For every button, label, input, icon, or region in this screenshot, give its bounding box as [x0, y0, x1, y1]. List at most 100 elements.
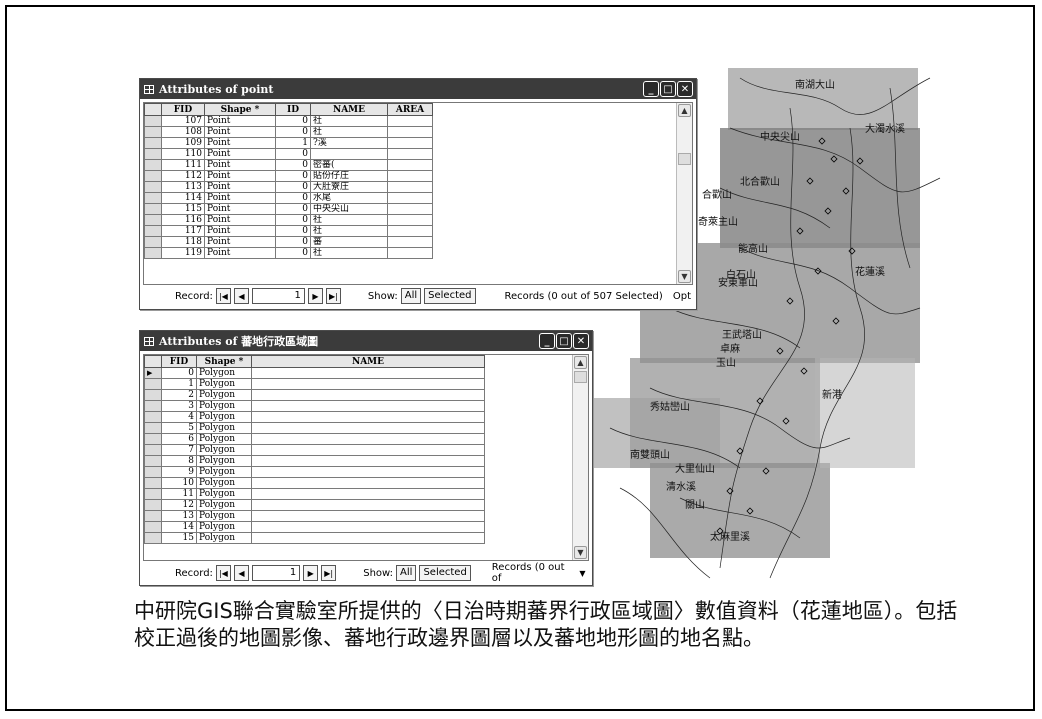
table-row[interactable]: 119 Point 0 社 — [144, 247, 433, 259]
scroll-down-arrow-icon[interactable]: ▼ — [574, 546, 587, 559]
row-selector[interactable] — [144, 444, 162, 456]
table-cell[interactable] — [387, 192, 433, 204]
table-row[interactable]: 10 Polygon — [144, 477, 485, 489]
table-cell[interactable]: 109 — [161, 137, 205, 149]
show-selected-button[interactable]: Selected — [424, 288, 476, 304]
row-selector[interactable] — [144, 192, 162, 204]
table-cell[interactable]: 116 — [161, 214, 205, 226]
record-number-input[interactable]: 1 — [251, 288, 305, 304]
table-row[interactable]: 13 Polygon — [144, 510, 485, 522]
table-cell[interactable] — [251, 422, 485, 434]
table-cell[interactable]: 0 — [275, 247, 311, 259]
table-cell[interactable]: 14 — [161, 521, 197, 533]
table-row[interactable]: 1 Polygon — [144, 378, 485, 390]
table-cell[interactable]: 0 — [275, 126, 311, 138]
table-row[interactable]: 110 Point 0 — [144, 148, 433, 160]
table-cell[interactable]: 111 — [161, 159, 205, 171]
table-cell[interactable] — [251, 378, 485, 390]
table-cell[interactable]: 0 — [275, 181, 311, 193]
table-cell[interactable]: 114 — [161, 192, 205, 204]
table-cell[interactable]: 社 — [310, 247, 388, 259]
table-cell[interactable]: 貼份仔庄 — [310, 170, 388, 182]
table-cell[interactable]: Polygon — [196, 411, 252, 423]
row-selector[interactable] — [144, 389, 162, 401]
row-selector[interactable] — [144, 455, 162, 467]
table-cell[interactable]: Polygon — [196, 466, 252, 478]
row-selector[interactable] — [144, 247, 162, 259]
table-row[interactable]: 11 Polygon — [144, 488, 485, 500]
table-cell[interactable]: Point — [204, 170, 276, 182]
first-record-button[interactable]: |◀ — [215, 288, 231, 304]
table-cell[interactable]: 大肚寮庄 — [310, 181, 388, 193]
table-cell[interactable] — [251, 521, 485, 533]
table-row[interactable]: 12 Polygon — [144, 499, 485, 511]
table-row[interactable]: 115 Point 0 中央尖山 — [144, 203, 433, 215]
minimize-button[interactable]: _ — [539, 333, 555, 349]
table-row[interactable]: 113 Point 0 大肚寮庄 — [144, 181, 433, 193]
table-cell[interactable] — [251, 400, 485, 412]
table-row[interactable]: 116 Point 0 社 — [144, 214, 433, 226]
table-cell[interactable]: 0 — [275, 170, 311, 182]
table-cell[interactable]: 11 — [161, 488, 197, 500]
row-selector[interactable] — [144, 532, 162, 544]
table-row[interactable]: 9 Polygon — [144, 466, 485, 478]
table-cell[interactable]: 4 — [161, 411, 197, 423]
table-cell[interactable]: Polygon — [196, 521, 252, 533]
last-record-button[interactable]: ▶| — [321, 565, 337, 581]
table-cell[interactable]: 5 — [161, 422, 197, 434]
last-record-button[interactable]: ▶| — [325, 288, 341, 304]
table-cell[interactable]: Point — [204, 225, 276, 237]
table-cell[interactable] — [387, 247, 433, 259]
table-cell[interactable]: Point — [204, 159, 276, 171]
table-row[interactable]: 8 Polygon — [144, 455, 485, 467]
row-selector[interactable] — [144, 159, 162, 171]
table-cell[interactable] — [387, 137, 433, 149]
table-cell[interactable]: 社 — [310, 214, 388, 226]
table-row[interactable]: 118 Point 0 蕃 — [144, 236, 433, 248]
row-selector[interactable] — [144, 477, 162, 489]
row-selector[interactable] — [144, 433, 162, 445]
table-cell[interactable]: 蕃 — [310, 236, 388, 248]
row-selector[interactable] — [144, 422, 162, 434]
table-row[interactable]: 117 Point 0 社 — [144, 225, 433, 237]
table-row[interactable]: 5 Polygon — [144, 422, 485, 434]
table-cell[interactable]: Polygon — [196, 367, 252, 379]
table-row[interactable]: 111 Point 0 密蕃( — [144, 159, 433, 171]
table-cell[interactable] — [251, 433, 485, 445]
row-selector[interactable] — [144, 236, 162, 248]
row-selector[interactable] — [144, 521, 162, 533]
table-cell[interactable]: 1 — [275, 137, 311, 149]
table-cell[interactable]: Polygon — [196, 444, 252, 456]
table-cell[interactable]: Polygon — [196, 433, 252, 445]
table-cell[interactable] — [251, 444, 485, 456]
table-cell[interactable]: 13 — [161, 510, 197, 522]
table-cell[interactable] — [251, 499, 485, 511]
table-cell[interactable] — [310, 148, 388, 160]
table-cell[interactable]: Polygon — [196, 400, 252, 412]
table-cell[interactable]: Polygon — [196, 532, 252, 544]
column-header[interactable]: FID — [161, 355, 197, 368]
row-selector[interactable] — [144, 203, 162, 215]
table-cell[interactable]: 118 — [161, 236, 205, 248]
table-cell[interactable]: 112 — [161, 170, 205, 182]
table-cell[interactable]: 115 — [161, 203, 205, 215]
table-cell[interactable]: 113 — [161, 181, 205, 193]
table-row[interactable]: 107 Point 0 社 — [144, 115, 433, 127]
table-cell[interactable]: 社 — [310, 225, 388, 237]
window-titlebar[interactable]: Attributes of 蕃地行政區域圖 _ □ ✕ — [140, 331, 592, 351]
table-cell[interactable] — [387, 170, 433, 182]
maximize-button[interactable]: □ — [556, 333, 572, 349]
table-cell[interactable]: 15 — [161, 532, 197, 544]
vertical-scrollbar[interactable]: ▲ ▼ — [572, 355, 588, 560]
table-cell[interactable] — [251, 477, 485, 489]
row-selector[interactable] — [144, 411, 162, 423]
scroll-thumb[interactable] — [678, 153, 691, 165]
table-cell[interactable]: 2 — [161, 389, 197, 401]
table-cell[interactable]: 3 — [161, 400, 197, 412]
row-selector-header[interactable] — [144, 355, 162, 368]
table-cell[interactable]: 7 — [161, 444, 197, 456]
table-cell[interactable]: 社 — [310, 126, 388, 138]
table-cell[interactable] — [251, 466, 485, 478]
table-row[interactable]: 109 Point 1 ?溪 — [144, 137, 433, 149]
table-cell[interactable]: Point — [204, 214, 276, 226]
